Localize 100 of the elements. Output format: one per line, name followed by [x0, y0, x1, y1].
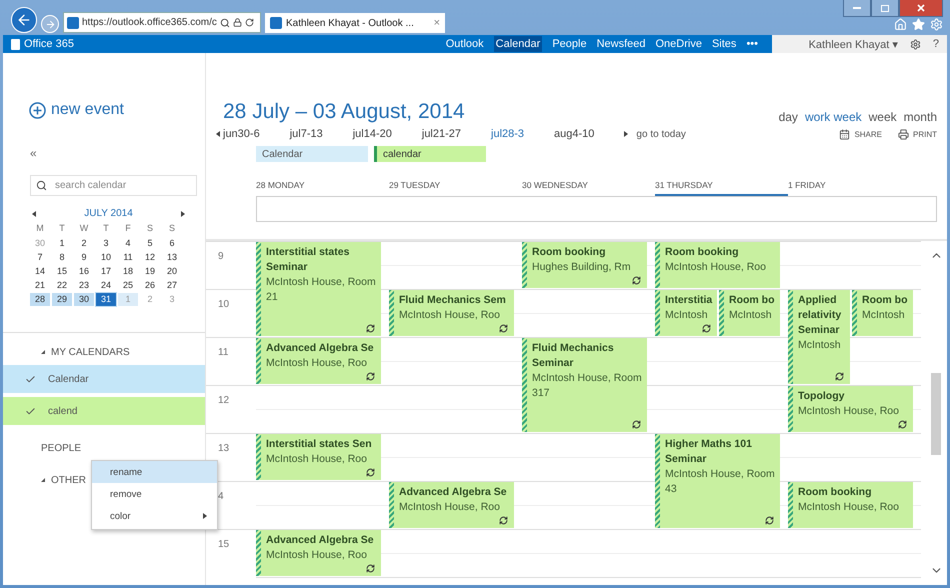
- date-cell[interactable]: 28: [30, 293, 50, 306]
- share-button[interactable]: SHARE: [839, 128, 882, 140]
- nav-link[interactable]: Outlook: [446, 38, 484, 50]
- view-link[interactable]: work week: [804, 110, 862, 124]
- date-cell[interactable]: 4: [118, 237, 138, 250]
- date-range-link[interactable]: jul21-27: [422, 128, 462, 140]
- date-cell[interactable]: 29: [52, 293, 72, 306]
- event-card[interactable]: Room bo McIntosh: [852, 290, 913, 336]
- event-card[interactable]: Topology McIntosh House, Roo: [788, 386, 913, 432]
- event-card[interactable]: Fluid Mechanics Seminar McIntosh House, Room 317: [522, 338, 647, 432]
- event-card[interactable]: Advanced Algebra Se McIntosh House, Roo: [256, 338, 381, 384]
- date-cell[interactable]: 11: [118, 251, 138, 264]
- date-cell[interactable]: 30: [74, 293, 94, 306]
- event-card[interactable]: Advanced Algebra Se McIntosh House, Roo: [389, 482, 514, 528]
- address-field[interactable]: https://outlook.office365.com/c: [63, 12, 261, 33]
- date-range-link[interactable]: jul14-20: [352, 128, 392, 140]
- nav-link[interactable]: People: [552, 38, 587, 50]
- maximize-button[interactable]: [871, 0, 899, 17]
- close-button[interactable]: [899, 0, 943, 17]
- event-card[interactable]: Interstitia McIntosh: [655, 290, 717, 336]
- date-cell[interactable]: 3: [96, 237, 116, 250]
- date-cell[interactable]: 26: [140, 279, 160, 292]
- day-header[interactable]: 31 THURSDAY: [655, 177, 788, 196]
- date-cell[interactable]: 14: [30, 265, 50, 278]
- view-link[interactable]: week: [868, 110, 897, 124]
- date-cell[interactable]: 16: [74, 265, 94, 278]
- date-range-link[interactable]: jul28-3: [491, 128, 524, 140]
- date-cell[interactable]: 2: [74, 237, 94, 250]
- date-cell[interactable]: 8: [52, 251, 72, 264]
- day-header[interactable]: 30 WEDNESDAY: [522, 177, 655, 196]
- nav-link[interactable]: Calendar: [494, 36, 542, 52]
- event-card[interactable]: Fluid Mechanics Sem McIntosh House, Roo: [389, 290, 514, 336]
- nav-link[interactable]: Sites: [712, 38, 736, 50]
- day-header[interactable]: 29 TUESDAY: [389, 177, 522, 196]
- check-icon: [25, 374, 36, 384]
- view-link[interactable]: month: [904, 110, 937, 124]
- next-week-icon[interactable]: [624, 131, 628, 137]
- date-cell[interactable]: 6: [162, 237, 182, 250]
- previous-month-icon[interactable]: [32, 210, 36, 216]
- date-cell[interactable]: 20: [162, 265, 182, 278]
- settings-icon[interactable]: [910, 38, 921, 50]
- date-cell[interactable]: 9: [74, 251, 94, 264]
- new-event-button[interactable]: new event: [29, 101, 124, 119]
- scrollbar-thumb[interactable]: [931, 373, 941, 455]
- previous-week-icon[interactable]: [216, 131, 220, 137]
- next-month-icon[interactable]: [181, 210, 185, 216]
- date-cell[interactable]: 25: [118, 279, 138, 292]
- date-range-link[interactable]: jun30-6: [223, 128, 260, 140]
- section-header[interactable]: MY CALENDARS: [3, 339, 130, 365]
- date-cell[interactable]: 22: [52, 279, 72, 292]
- date-cell[interactable]: 18: [118, 265, 138, 278]
- star-icon[interactable]: [912, 18, 925, 31]
- event-card[interactable]: Interstitial states Sen McIntosh House, Roo: [256, 434, 381, 480]
- nav-link[interactable]: Newsfeed: [596, 38, 646, 50]
- event-card[interactable]: Higher Maths 101 Seminar McIntosh House, Room 43: [655, 434, 780, 528]
- date-cell[interactable]: 10: [96, 251, 116, 264]
- back-button[interactable]: [11, 7, 37, 33]
- event-card[interactable]: Room booking McIntosh House, Roo: [655, 242, 780, 288]
- date-range-link[interactable]: aug4-10: [554, 128, 594, 140]
- browser-tab[interactable]: Kathleen Khayat - Outlook ... ×: [265, 13, 445, 33]
- date-cell[interactable]: 12: [140, 251, 160, 264]
- day-header[interactable]: 1 FRIDAY: [788, 177, 921, 196]
- more-link[interactable]: •••: [746, 38, 758, 50]
- search-field[interactable]: search calendar: [30, 175, 197, 196]
- go-to-today-link[interactable]: go to today: [636, 128, 686, 140]
- event-card[interactable]: Applied relativity Seminar McIntosh: [788, 290, 850, 384]
- section-header[interactable]: OTHER: [3, 467, 86, 493]
- minimize-button[interactable]: [843, 0, 871, 17]
- collapse-button[interactable]: «: [30, 146, 37, 160]
- event-card[interactable]: Room booking McIntosh House, Roo: [788, 482, 913, 528]
- date-cell[interactable]: 1: [52, 237, 72, 250]
- day-header[interactable]: 28 MONDAY: [256, 177, 389, 196]
- help-link[interactable]: ?: [932, 38, 939, 50]
- date-cell[interactable]: 23: [74, 279, 94, 292]
- date-cell[interactable]: 13: [162, 251, 182, 264]
- menu-item[interactable]: color: [92, 505, 217, 527]
- date-cell[interactable]: 15: [52, 265, 72, 278]
- date-cell[interactable]: 27: [162, 279, 182, 292]
- date-range-link[interactable]: jul7-13: [290, 128, 323, 140]
- event-card[interactable]: Interstitial states Seminar McIntosh House, Room 21: [256, 242, 381, 336]
- tab-close-button[interactable]: ×: [434, 17, 440, 29]
- calendar-item[interactable]: Calendar: [3, 365, 205, 393]
- view-link[interactable]: day: [778, 110, 798, 124]
- section-header[interactable]: PEOPLE: [3, 435, 82, 461]
- menu-item[interactable]: remove: [92, 483, 217, 505]
- event-card[interactable]: Room bo McIntosh: [719, 290, 780, 336]
- calendar-item[interactable]: calend: [3, 397, 205, 425]
- date-cell[interactable]: 21: [30, 279, 50, 292]
- menu-item[interactable]: rename: [92, 461, 217, 483]
- date-cell[interactable]: 7: [30, 251, 50, 264]
- event-card[interactable]: Advanced Algebra Se McIntosh House, Roo: [256, 530, 381, 576]
- date-cell[interactable]: 5: [140, 237, 160, 250]
- print-button[interactable]: PRINT: [898, 128, 937, 140]
- date-cell[interactable]: 19: [140, 265, 160, 278]
- date-cell[interactable]: 17: [96, 265, 116, 278]
- event-card[interactable]: Room booking Hughes Building, Rm: [522, 242, 647, 288]
- user-menu[interactable]: Kathleen Khayat ▾: [808, 38, 898, 50]
- date-cell[interactable]: 31: [96, 293, 116, 306]
- nav-link[interactable]: OneDrive: [656, 38, 702, 50]
- date-cell[interactable]: 24: [96, 279, 116, 292]
